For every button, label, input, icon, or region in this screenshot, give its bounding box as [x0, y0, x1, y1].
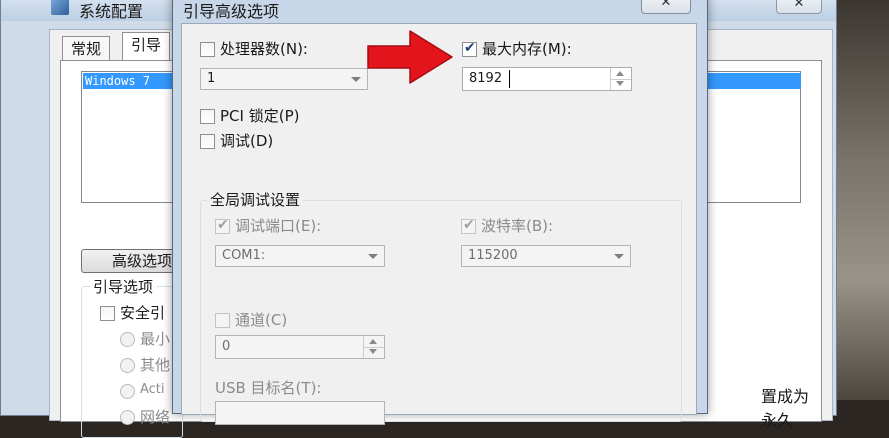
chevron-down-icon	[368, 254, 378, 259]
spin-up-icon[interactable]	[369, 339, 377, 344]
system-config-title: 系统配置	[79, 2, 144, 21]
global-debug-group: 全局调试设置 ✔ 调试端口(E): COM1: ✔ 波特率(B): 115200…	[200, 189, 682, 425]
max-memory-label: 最大内存(M):	[482, 40, 572, 58]
chevron-down-icon	[614, 254, 624, 259]
radio-minimal[interactable]	[120, 332, 135, 347]
pci-lock-checkbox[interactable]	[200, 109, 215, 124]
safe-boot-label: 安全引	[120, 304, 166, 322]
radio-active-directory[interactable]	[120, 384, 135, 399]
tab-general[interactable]: 常规	[62, 36, 111, 61]
usb-target-label: USB 目标名(T):	[215, 379, 322, 397]
boot-options-label: 引导选项	[90, 276, 157, 297]
text-cursor	[509, 70, 510, 88]
tab-boot[interactable]: 引导	[122, 32, 171, 61]
max-memory-value: 8192	[469, 71, 503, 86]
radio-alternate-shell[interactable]	[120, 358, 135, 373]
channel-checkbox[interactable]	[215, 313, 230, 328]
debug-port-label: 调试端口(E):	[235, 217, 322, 235]
close-icon[interactable]: ✕	[776, 0, 822, 14]
num-processors-checkbox[interactable]	[200, 42, 215, 57]
baud-rate-value: 115200	[468, 248, 518, 263]
spin-buttons[interactable]	[363, 336, 384, 358]
radio-active-label: Acti	[140, 382, 165, 397]
global-debug-title: 全局调试设置	[207, 189, 304, 210]
check-icon: ✔	[464, 40, 476, 56]
spin-down-icon[interactable]	[369, 349, 377, 354]
channel-label: 通道(C)	[235, 311, 288, 329]
channel-spinbox[interactable]: 0	[215, 335, 385, 359]
radio-minimal-label: 最小	[140, 330, 171, 348]
close-icon[interactable]: ✕	[641, 0, 691, 14]
debug-port-select[interactable]: COM1:	[215, 245, 385, 267]
channel-value: 0	[222, 339, 231, 354]
red-arrow-annotation	[367, 30, 453, 84]
debug-port-checkbox[interactable]: ✔	[215, 217, 230, 234]
radio-network[interactable]	[120, 410, 135, 425]
safe-boot-checkbox[interactable]	[100, 306, 115, 321]
desktop-wallpaper-edge	[829, 0, 889, 400]
radio-network-label: 网络	[140, 408, 171, 426]
usb-target-input[interactable]	[215, 401, 385, 425]
boot-options-group: 引导选项 安全引 最小 其他 Acti 网络	[81, 276, 183, 438]
num-processors-value: 1	[207, 71, 216, 86]
make-permanent-label: 置成为永久	[761, 387, 810, 430]
system-config-icon	[51, 0, 69, 15]
baud-rate-checkbox[interactable]: ✔	[461, 217, 476, 234]
spin-buttons[interactable]	[610, 68, 631, 90]
baud-rate-select[interactable]: 115200	[461, 245, 631, 267]
pci-lock-label: PCI 锁定(P)	[220, 107, 300, 125]
baud-rate-label: 波特率(B):	[481, 217, 554, 235]
dialog-title: 引导高级选项	[183, 2, 280, 21]
num-processors-label: 处理器数(N):	[220, 40, 308, 58]
debug-label: 调试(D)	[220, 132, 274, 150]
num-processors-select[interactable]: 1	[200, 68, 368, 90]
max-memory-checkbox[interactable]: ✔	[462, 40, 477, 57]
debug-port-value: COM1:	[222, 248, 266, 263]
check-icon: ✔	[217, 217, 229, 233]
spin-up-icon[interactable]	[616, 71, 624, 76]
max-memory-spinbox[interactable]: 8192	[462, 67, 632, 91]
debug-checkbox[interactable]	[200, 134, 215, 149]
radio-alternate-label: 其他	[140, 356, 171, 374]
check-icon: ✔	[463, 217, 475, 233]
chevron-down-icon	[351, 77, 361, 82]
spin-down-icon[interactable]	[616, 81, 624, 86]
